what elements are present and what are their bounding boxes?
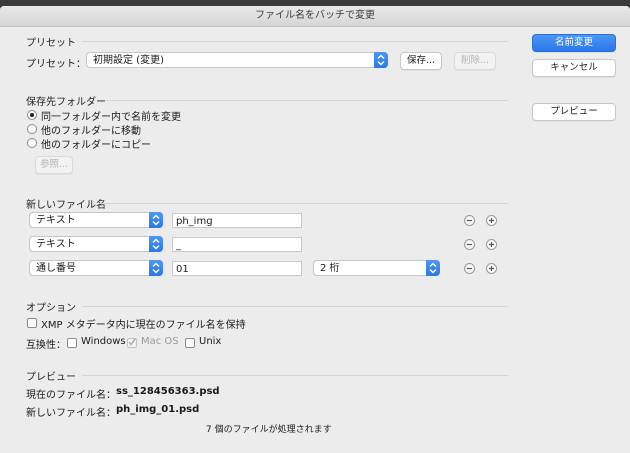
- options-section-title: オプション: [26, 303, 76, 314]
- name-part-type-select-3[interactable]: 通し番号: [29, 260, 163, 276]
- updown-chevron-icon: [149, 236, 163, 252]
- updown-chevron-icon: [149, 212, 163, 228]
- updown-chevron-icon: [426, 260, 440, 276]
- xmp-keep-filename-label: XMP メタデータ内に現在のファイル名を保持: [41, 320, 246, 331]
- window-title: ファイル名をバッチで変更: [0, 6, 630, 27]
- name-part-text-input-1[interactable]: ph_img: [172, 213, 302, 228]
- name-part-type-value: テキスト: [36, 239, 76, 250]
- files-processed-summary: 7 個のファイルが処理されます: [206, 425, 332, 435]
- browse-button[interactable]: 参照...: [35, 156, 73, 174]
- compat-label: 互換性：: [26, 340, 66, 351]
- updown-chevron-icon: [149, 260, 163, 276]
- destination-section-title: 保存先フォルダー: [26, 97, 106, 108]
- compat-macos-checkbox[interactable]: [127, 338, 137, 348]
- compat-unix-label: Unix: [199, 336, 222, 347]
- name-part-type-value: 通し番号: [36, 263, 76, 274]
- sequence-start-input[interactable]: 01: [172, 261, 302, 276]
- new-name-section-title: 新しいファイル名: [26, 200, 106, 211]
- digits-select[interactable]: 2 桁: [313, 260, 440, 276]
- radio-move-folder-label: 他のフォルダーに移動: [41, 126, 141, 137]
- new-filename-value: ph_img_01.psd: [116, 404, 200, 415]
- divider: [82, 375, 508, 376]
- current-filename-value: ss_128456363.psd: [116, 386, 220, 397]
- divider: [106, 100, 508, 101]
- minus-icon[interactable]: [464, 215, 475, 226]
- name-part-type-select-2[interactable]: テキスト: [29, 236, 163, 252]
- radio-copy-folder-label: 他のフォルダーにコピー: [41, 140, 151, 151]
- minus-icon[interactable]: [464, 263, 475, 274]
- plus-icon[interactable]: [486, 239, 497, 250]
- plus-icon[interactable]: [486, 215, 497, 226]
- name-part-text-input-2[interactable]: _: [172, 237, 302, 252]
- divider: [82, 306, 508, 307]
- sequence-start-value: 01: [176, 264, 189, 275]
- cancel-button[interactable]: キャンセル: [532, 59, 616, 77]
- preset-select-value: 初期設定 (変更): [93, 55, 164, 66]
- divider: [100, 203, 508, 204]
- compat-unix-checkbox[interactable]: [185, 338, 195, 348]
- digits-select-value: 2 桁: [320, 263, 340, 274]
- batch-rename-dialog: ファイル名をバッチで変更 名前変更 キャンセル プレビュー プリセット プリセッ…: [0, 6, 630, 453]
- preset-section-title: プリセット: [26, 38, 76, 49]
- divider: [82, 41, 508, 42]
- name-part-type-select-1[interactable]: テキスト: [29, 212, 163, 228]
- preset-select[interactable]: 初期設定 (変更): [86, 52, 388, 68]
- preset-label: プリセット：: [26, 59, 86, 70]
- checkmark-icon: [128, 338, 137, 346]
- preview-section-title: プレビュー: [26, 372, 76, 383]
- radio-move-folder[interactable]: [27, 124, 37, 134]
- new-filename-label: 新しいファイル名：: [26, 408, 116, 419]
- current-filename-label: 現在のファイル名：: [26, 390, 116, 401]
- rename-button[interactable]: 名前変更: [532, 34, 616, 52]
- radio-copy-folder[interactable]: [27, 138, 37, 148]
- preview-button[interactable]: プレビュー: [532, 103, 616, 121]
- compat-windows-label: Windows: [81, 336, 126, 347]
- save-preset-button[interactable]: 保存...: [400, 52, 442, 70]
- updown-chevron-icon: [374, 52, 388, 68]
- radio-same-folder-label: 同一フォルダー内で名前を変更: [41, 112, 181, 123]
- name-part-text-value: ph_img: [176, 216, 213, 227]
- plus-icon[interactable]: [486, 263, 497, 274]
- radio-same-folder[interactable]: [27, 110, 37, 120]
- delete-preset-button[interactable]: 削除...: [454, 52, 496, 70]
- xmp-keep-filename-checkbox[interactable]: [27, 318, 37, 328]
- name-part-text-value: _: [176, 240, 181, 251]
- compat-windows-checkbox[interactable]: [67, 338, 77, 348]
- name-part-type-value: テキスト: [36, 215, 76, 226]
- minus-icon[interactable]: [464, 239, 475, 250]
- compat-macos-label: Mac OS: [141, 336, 179, 347]
